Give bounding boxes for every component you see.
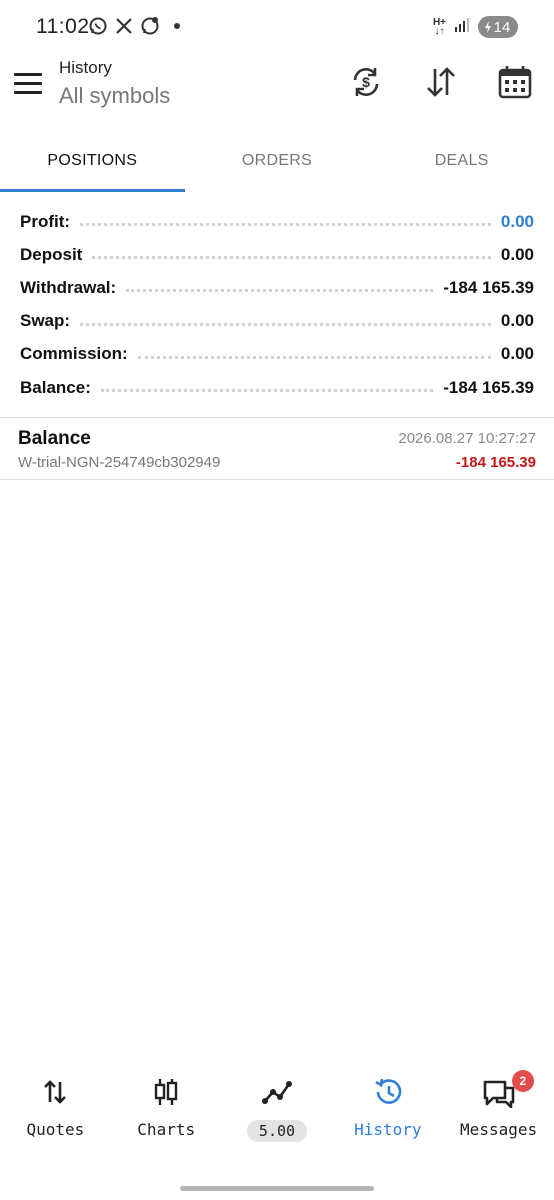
- tab-orders[interactable]: ORDERS: [185, 130, 370, 192]
- deal-comment: W-trial-NGN-254749cb302949: [18, 454, 221, 471]
- hamburger-icon: [14, 72, 42, 76]
- system-icons: H+ ↓↑ 14: [433, 16, 518, 38]
- nav-label: Messages: [460, 1120, 538, 1139]
- charging-icon: [484, 21, 491, 33]
- nav-quotes[interactable]: Quotes: [0, 1072, 111, 1152]
- summary-row-deposit: Deposit 0.00: [20, 238, 534, 271]
- status-bar: 11:02 H+ ↓↑ 14: [0, 0, 554, 56]
- dotted-leader: [80, 322, 491, 326]
- summary-value: -184 165.39: [443, 377, 534, 397]
- history-clock-icon: [372, 1072, 404, 1112]
- summary-label: Swap:: [20, 311, 71, 331]
- currency-exchange-icon: $: [353, 68, 379, 96]
- summary-label: Commission:: [20, 344, 128, 364]
- tab-positions[interactable]: POSITIONS: [0, 130, 185, 192]
- data-transfer-icon: H+ ↓↑: [432, 17, 446, 37]
- whatsapp-business-icon: [140, 15, 160, 37]
- messages-icon: [481, 1072, 517, 1112]
- dotted-leader: [137, 355, 491, 359]
- sort-icon: [427, 67, 455, 97]
- whatsapp-icon: [88, 15, 108, 37]
- summary-value: 0.00: [500, 344, 534, 364]
- summary-value: 0.00: [500, 211, 534, 231]
- nav-messages[interactable]: 2 Messages: [443, 1070, 554, 1152]
- currency-exchange-button[interactable]: $: [346, 62, 386, 102]
- summary-row-commission: Commission: 0.00: [20, 338, 534, 371]
- menu-button[interactable]: [14, 68, 44, 98]
- summary-row-profit: Profit: 0.00: [20, 205, 534, 238]
- trade-volume-pill: 5.00: [246, 1120, 308, 1142]
- nav-label: History: [354, 1120, 422, 1139]
- deal-amount: -184 165.39: [455, 454, 536, 471]
- candlestick-icon: [152, 1072, 180, 1112]
- sort-button[interactable]: [421, 62, 461, 102]
- x-icon: [114, 15, 134, 37]
- summary-value: 0.00: [500, 244, 534, 264]
- app-bar: History All symbols $: [0, 56, 554, 128]
- page-title: History: [59, 58, 112, 77]
- summary-row-balance: Balance: -184 165.39: [20, 371, 534, 404]
- summary-value: 0.00: [500, 311, 534, 331]
- signal-icon: [454, 17, 470, 37]
- quotes-arrows-icon: [41, 1072, 69, 1112]
- divider: [0, 479, 554, 480]
- history-summary: Profit: 0.00 Deposit 0.00 Withdrawal: -1…: [20, 205, 534, 404]
- nav-charts[interactable]: Charts: [111, 1072, 222, 1152]
- status-time: 11:02: [36, 15, 90, 38]
- dotted-leader: [92, 256, 491, 260]
- dotted-leader: [80, 223, 491, 227]
- nav-label: Charts: [137, 1120, 196, 1139]
- summary-row-withdrawal: Withdrawal: -184 165.39: [20, 271, 534, 304]
- tab-deals[interactable]: DEALS: [369, 130, 554, 192]
- nav-trade[interactable]: 5.00: [222, 1072, 333, 1152]
- home-indicator[interactable]: [180, 1186, 374, 1191]
- messages-badge: 2: [511, 1070, 534, 1092]
- trade-line-icon: [261, 1072, 293, 1112]
- notification-icons: [88, 15, 180, 37]
- list-item[interactable]: Balance W-trial-NGN-254749cb302949 2026.…: [0, 418, 554, 480]
- summary-label: Deposit: [20, 244, 83, 264]
- summary-label: Profit:: [20, 211, 71, 231]
- history-tabs: POSITIONS ORDERS DEALS: [0, 130, 554, 192]
- summary-label: Withdrawal:: [20, 277, 117, 297]
- calendar-button[interactable]: [495, 62, 535, 102]
- battery-indicator: 14: [478, 16, 518, 38]
- deal-type: Balance: [18, 428, 91, 449]
- bottom-nav: Quotes Charts 5.00 History 2 Messages: [0, 1070, 554, 1152]
- nav-history[interactable]: History: [332, 1072, 443, 1152]
- dotted-leader: [100, 389, 434, 393]
- symbol-filter[interactable]: All symbols: [59, 83, 170, 109]
- summary-value: -184 165.39: [443, 277, 534, 297]
- deal-time: 2026.08.27 10:27:27: [398, 430, 536, 447]
- battery-level: 14: [493, 18, 511, 36]
- summary-label: Balance:: [20, 377, 91, 397]
- summary-row-swap: Swap: 0.00: [20, 305, 534, 338]
- dotted-leader: [126, 289, 434, 293]
- svg-text:$: $: [362, 74, 370, 90]
- nav-label: Quotes: [26, 1120, 85, 1139]
- more-notifications-dot: [174, 23, 180, 29]
- calendar-icon: [498, 66, 532, 99]
